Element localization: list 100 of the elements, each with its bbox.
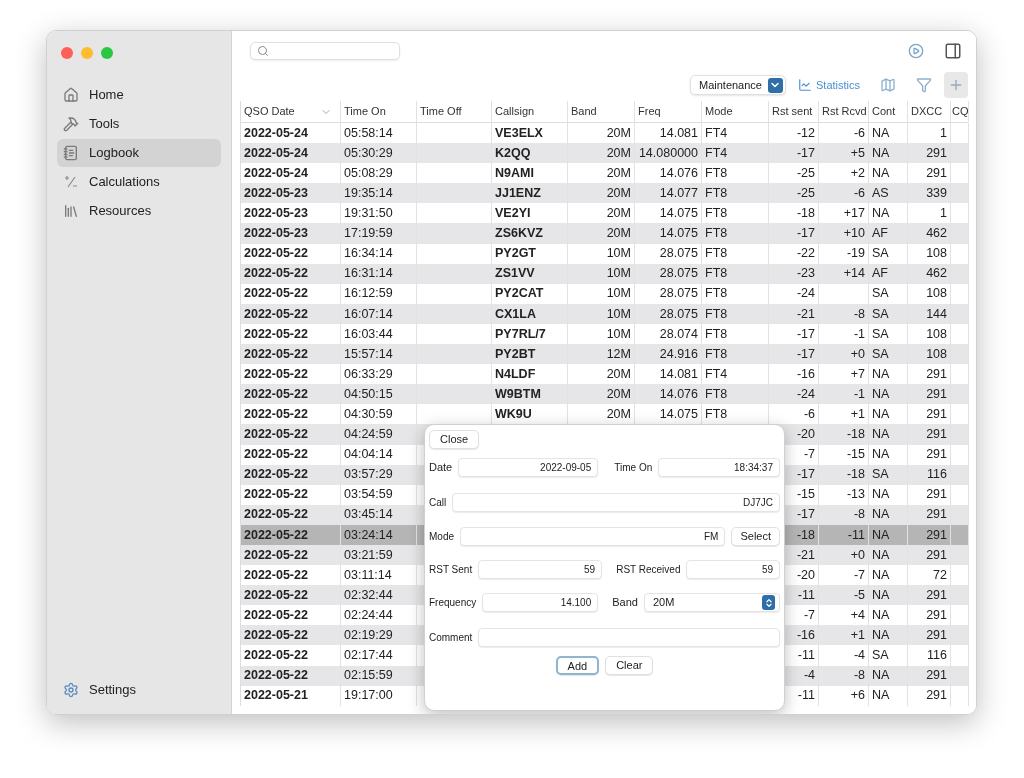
table-cell-text: FT8 [705,305,728,323]
table-cell-text: 03:11:14 [344,566,392,584]
table-cell-text: 12M [606,345,631,363]
table-cell-text: NA [872,586,890,604]
table-cell-text: PY2BT [495,345,536,363]
table-cell-text: 108 [926,345,947,363]
table-cell-text: 20M [606,164,631,182]
table-cell-text: 20M [606,184,631,202]
field-label: Call [429,496,447,510]
table-cell-text: NA [872,566,890,584]
table-cell-text: NA [872,124,890,142]
table-cell-text: N4LDF [495,365,536,383]
table-cell-text: 2022-05-22 [244,365,308,383]
table-cell-text: 2022-05-24 [244,164,308,182]
table-cell-text: -24 [796,385,815,403]
table-cell-text: 2022-05-23 [244,184,308,202]
table-cell-text: 15:57:14 [344,345,393,363]
table-cell-text: NA [872,446,890,464]
table-cell-text: 03:21:59 [344,546,393,564]
table-cell-text: -18 [796,205,815,223]
table-cell-text: NA [872,667,890,685]
field-label: Comment [429,631,473,645]
table-cell-text: -17 [796,345,815,363]
table-cell-text: 291 [926,426,947,444]
table-cell-text: -18 [846,466,865,484]
table-cell-text: 03:45:14 [344,506,393,524]
table-cell-text: 2022-05-22 [244,305,308,323]
table-cell-text: NA [872,205,890,223]
table-cell-text: 108 [926,245,947,263]
table-cell-text: 108 [926,325,947,343]
table-cell-text: 06:33:29 [344,365,393,383]
table-cell-text: -1 [853,325,865,343]
table-cell-text: 10M [606,245,631,263]
table-cell-text: 28.074 [659,325,698,343]
table-cell-text: 20M [606,385,631,403]
table-cell-text: 28.075 [659,305,698,323]
table-cell-text: JJ1ENZ [495,184,541,202]
table-cell-text: 2022-05-22 [244,586,308,604]
table-cell-text: -17 [796,225,815,243]
table-cell-text: FT4 [705,144,728,162]
table-cell-text: -7 [853,566,865,584]
table-cell-text: 2022-05-22 [244,667,308,685]
table-cell-text: -21 [796,546,815,564]
table-cell-text: -21 [796,305,815,323]
table-cell-text: VE2YI [495,205,531,223]
table-cell-text: -22 [796,245,815,263]
table-cell-text: 20M [606,365,631,383]
table-cell-text: FT8 [705,325,728,343]
table-cell-text: -8 [853,667,865,685]
table-cell-text: 2022-05-22 [244,446,308,464]
table-cell-text: 291 [926,606,947,624]
table-cell-text: 14.075 [659,406,698,423]
table-cell-text: 04:24:59 [344,426,393,444]
table-cell-text: -6 [853,184,865,202]
table-cell-text: 116 [927,466,947,484]
table-cell-text: 17:19:59 [344,225,393,243]
table-cell-text: ZS1VV [495,265,535,283]
table-cell-text: 2022-05-24 [244,144,308,162]
table-cell-text: SA [872,285,889,303]
table-cell-text: 10M [606,325,631,343]
table-cell-text: 02:24:44 [344,606,393,624]
field-label: Frequency [429,596,477,610]
field-label: Date [429,460,453,476]
table-cell-text: 2022-05-22 [244,285,308,303]
table-cell-text: -16 [796,627,815,644]
table-cell-text: -5 [853,586,865,604]
table-cell-text: 2022-05-22 [244,325,308,343]
table-cell-text: 14.076 [659,385,698,403]
field-label: Band [612,595,638,611]
table-cell-text: FT8 [705,285,728,303]
table-cell-text: -24 [796,285,815,303]
table-cell-text: NA [872,406,890,423]
table-cell-text: VE3ELX [495,124,543,142]
table-cell-text: 144 [926,305,947,323]
table-cell-text: SA [872,305,889,323]
table-cell-text: -7 [803,446,815,464]
table-cell-text: +6 [850,687,865,705]
table-cell-text: 339 [926,184,947,202]
table-cell-text: 16:07:14 [344,305,393,323]
table-cell-text: NA [872,486,890,504]
table-cell-text: 20M [606,205,631,223]
table-cell-text: -17 [796,466,815,484]
table-cell-text: 2022-05-22 [244,265,308,283]
table-cell-text: 10M [606,265,631,283]
table-cell-text: FT4 [705,124,728,142]
table-cell-text: FT8 [705,225,728,243]
table-cell-text: -4 [853,647,865,665]
table-cell-text: 2022-05-22 [244,566,308,584]
table-cell-text: 2022-05-22 [244,245,308,263]
table-cell-text: 03:24:14 [344,526,393,544]
table-cell-text: AF [872,265,888,283]
table-cell-text: -19 [846,245,865,263]
table-cell-text: 291 [926,506,947,524]
table-cell-text: +0 [850,546,865,564]
table-cell-text: -18 [796,526,815,544]
table-cell-text: PY2CAT [495,285,544,303]
table-cell-text: NA [872,546,890,564]
field-label: Time On [614,461,653,475]
table-cell-text: -8 [853,506,865,524]
table-cell-text: 14.081 [659,365,698,383]
